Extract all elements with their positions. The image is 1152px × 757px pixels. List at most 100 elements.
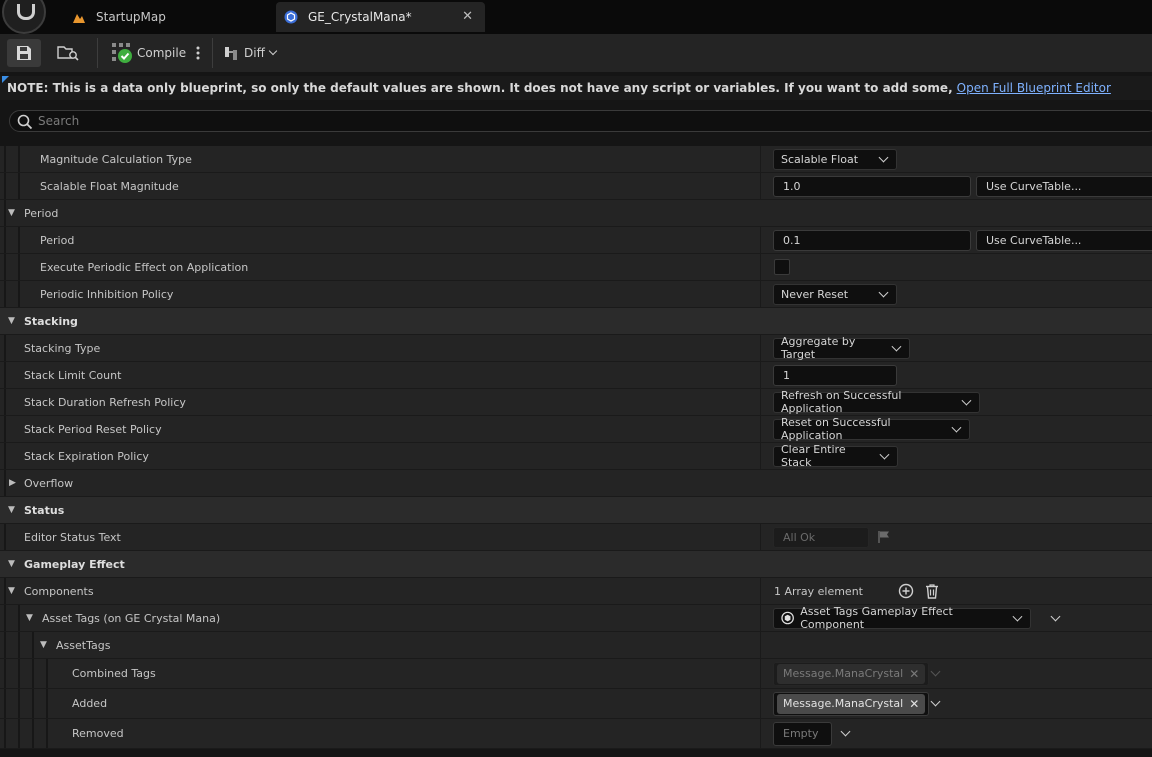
component-class-dropdown[interactable]: Asset Tags Gameplay Effect Component	[773, 605, 1031, 631]
delete-trash-icon[interactable]	[924, 583, 940, 599]
collapsed-arrow-icon[interactable]: ▶	[9, 470, 16, 496]
remove-tag-icon[interactable]: ✕	[909, 697, 919, 711]
row-stack-expiration-policy: Stack Expiration Policy Clear Entire Sta…	[0, 443, 1152, 470]
property-label: Removed	[72, 727, 124, 740]
row-execute-periodic: Execute Periodic Effect on Application	[0, 254, 1152, 281]
diff-button[interactable]: Diff	[224, 39, 278, 67]
chevron-down-icon	[961, 395, 972, 405]
property-label: Stack Period Reset Policy	[24, 422, 162, 436]
row-combined-tags: Combined Tags Message.ManaCrystal ✕	[0, 659, 1152, 689]
add-element-icon[interactable]	[898, 583, 914, 599]
property-label: Periodic Inhibition Policy	[40, 287, 174, 301]
tab-bar: StartupMap GE_CrystalMana* ✕	[0, 0, 1152, 34]
expand-arrow-icon[interactable]: ▼	[26, 605, 33, 631]
expand-arrow-icon[interactable]: ▼	[8, 578, 15, 604]
level-map-icon	[72, 10, 86, 24]
stack-expiration-dropdown[interactable]: Clear Entire Stack	[773, 443, 898, 469]
chevron-down-icon[interactable]	[840, 726, 851, 737]
chevron-down-icon	[951, 422, 962, 432]
property-label: Asset Tags (on GE Crystal Mana)	[42, 611, 221, 625]
diff-label: Diff	[244, 46, 265, 60]
row-period: Period 0.1 Use CurveTable...	[0, 227, 1152, 254]
toolbar: Compile Diff	[0, 34, 1152, 72]
period-input[interactable]: 0.1	[773, 229, 971, 251]
row-stacking-category[interactable]: ▼ Stacking	[0, 308, 1152, 335]
row-period-category[interactable]: ▼ Period	[0, 200, 1152, 227]
chevron-down-icon	[879, 449, 890, 459]
use-curvetable-picker[interactable]: Use CurveTable...	[976, 175, 1152, 197]
chevron-down-icon[interactable]	[930, 696, 941, 707]
property-label: Period	[40, 233, 75, 247]
chevron-down-icon	[1012, 611, 1023, 621]
row-magnitude-calculation-type: Magnitude Calculation Type Scalable Floa…	[0, 146, 1152, 173]
tab-label: GE_CrystalMana*	[308, 10, 412, 24]
search-input[interactable]: Search	[9, 110, 1152, 132]
row-stack-limit-count: Stack Limit Count 1	[0, 362, 1152, 389]
row-asset-tags-component: ▼ Asset Tags (on GE Crystal Mana) Asset …	[0, 605, 1152, 632]
magnitude-calculation-type-dropdown[interactable]: Scalable Float	[773, 148, 897, 170]
chevron-down-icon	[891, 341, 902, 351]
more-options-icon	[196, 46, 200, 60]
stack-period-reset-dropdown[interactable]: Reset on Successful Application	[773, 416, 970, 442]
tag-chip: Message.ManaCrystal ✕	[777, 663, 926, 684]
array-count-text: 1 Array element	[774, 584, 863, 598]
stack-limit-count-input[interactable]: 1	[773, 364, 897, 386]
stacking-type-dropdown[interactable]: Aggregate by Target	[773, 335, 910, 361]
chevron-down-icon	[268, 46, 278, 56]
close-icon[interactable]: ✕	[462, 9, 473, 24]
expand-arrow-icon[interactable]: ▼	[8, 308, 15, 334]
unreal-logo-icon[interactable]	[2, 0, 46, 34]
row-status-category[interactable]: ▼ Status	[0, 497, 1152, 524]
row-components: ▼ Components 1 Array element	[0, 578, 1152, 605]
property-label: Stack Limit Count	[24, 368, 122, 382]
flag-icon	[878, 531, 889, 543]
category-label: Gameplay Effect	[24, 557, 125, 571]
expand-arrow-icon[interactable]: ▼	[8, 551, 15, 577]
property-label: Period	[24, 206, 59, 220]
property-label: Stack Duration Refresh Policy	[24, 395, 186, 409]
use-curvetable-picker[interactable]: Use CurveTable...	[976, 229, 1152, 251]
property-label: Stacking Type	[24, 341, 101, 355]
row-added: Added Message.ManaCrystal ✕	[0, 689, 1152, 719]
stack-duration-refresh-dropdown[interactable]: Refresh on Successful Application	[773, 389, 980, 415]
remove-tag-icon: ✕	[909, 666, 920, 681]
tag-chip[interactable]: Message.ManaCrystal ✕	[777, 693, 926, 714]
scalable-float-magnitude-input[interactable]: 1.0	[773, 175, 971, 197]
row-gameplay-effect-category[interactable]: ▼ Gameplay Effect	[0, 551, 1152, 578]
removed-tags-empty[interactable]: Empty	[773, 721, 832, 746]
property-label: Overflow	[24, 476, 74, 490]
save-button[interactable]	[7, 39, 41, 67]
component-class-icon	[781, 611, 794, 625]
note-text: NOTE: This is a data only blueprint, so …	[7, 81, 953, 95]
chevron-down-icon	[878, 152, 889, 162]
row-scalable-float-magnitude: Scalable Float Magnitude 1.0 Use CurveTa…	[0, 173, 1152, 200]
tab-startupmap[interactable]: StartupMap	[62, 2, 274, 32]
periodic-inhibition-dropdown[interactable]: Never Reset	[773, 283, 897, 305]
expand-arrow-icon[interactable]: ▼	[40, 632, 47, 658]
details-panel: Magnitude Calculation Type Scalable Floa…	[0, 146, 1152, 749]
compile-options-button[interactable]	[193, 39, 203, 67]
execute-periodic-checkbox[interactable]	[774, 259, 790, 275]
property-label: Scalable Float Magnitude	[40, 179, 179, 193]
expand-arrow-icon[interactable]: ▼	[8, 200, 15, 226]
property-label: Combined Tags	[72, 667, 156, 680]
row-stack-period-reset-policy: Stack Period Reset Policy Reset on Succe…	[0, 416, 1152, 443]
tab-ge-crystalmana[interactable]: GE_CrystalMana* ✕	[276, 2, 485, 32]
row-overflow[interactable]: ▶ Overflow	[0, 470, 1152, 497]
compile-button[interactable]: Compile	[111, 39, 186, 67]
compile-label: Compile	[137, 46, 187, 60]
expand-arrow-icon[interactable]: ▼	[8, 497, 15, 523]
property-label: Execute Periodic Effect on Application	[40, 260, 249, 274]
toolbar-divider	[212, 38, 213, 68]
category-label: Stacking	[24, 314, 78, 328]
editor-status-text-field: All Ok	[773, 526, 869, 548]
category-label: Status	[24, 503, 65, 517]
diff-icon	[225, 47, 237, 60]
browse-button[interactable]	[55, 39, 81, 67]
row-stack-duration-refresh-policy: Stack Duration Refresh Policy Refresh on…	[0, 389, 1152, 416]
open-full-blueprint-editor-link[interactable]: Open Full Blueprint Editor	[957, 81, 1111, 95]
row-assettags: ▼ AssetTags	[0, 632, 1152, 659]
toolbar-divider	[97, 38, 98, 68]
row-editor-status-text: Editor Status Text All Ok	[0, 524, 1152, 551]
chevron-down-icon[interactable]	[1050, 611, 1061, 621]
